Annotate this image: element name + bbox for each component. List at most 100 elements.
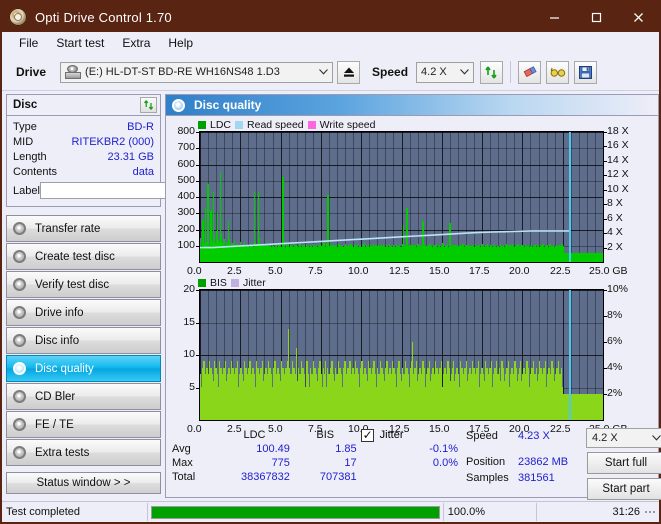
close-icon[interactable] — [617, 2, 659, 32]
window-controls — [533, 2, 659, 32]
y-axis-tick-label: 15 — [183, 316, 195, 328]
stats-total-bis: 707381 — [319, 471, 357, 483]
disc-length-label: Length — [13, 150, 47, 163]
start-full-button[interactable]: Start full — [587, 452, 661, 474]
jitter-checkbox[interactable] — [360, 428, 374, 442]
y-axis-tick — [196, 290, 199, 291]
status-bar: Test completed 100.0% 31:26 — [2, 501, 659, 522]
legend-swatch-write-speed — [307, 121, 316, 129]
test-speed-select[interactable]: 4.2 X — [586, 428, 661, 448]
gridline-horizontal — [200, 290, 603, 291]
y2-axis-tick-label: 8 X — [607, 197, 623, 209]
jitter-label: Jitter — [379, 429, 404, 441]
menu-help[interactable]: Help — [159, 34, 202, 52]
title-bar: Opti Drive Control 1.70 — [2, 2, 659, 32]
y-axis-tick-label: 300 — [177, 206, 195, 218]
left-sidebar: Disc Type BD-R MID RITEKBR2 (000) Length… — [6, 94, 242, 494]
sidebar-item-extra-tests[interactable]: Extra tests — [6, 439, 161, 466]
y2-axis-tick-label: 10% — [607, 283, 629, 295]
disc-info-rows: Type BD-R MID RITEKBR2 (000) Length 23.3… — [7, 116, 242, 206]
legend-swatch-read-speed — [235, 121, 244, 129]
stats-max-jitter: 0.0% — [432, 457, 458, 469]
y2-axis-tick-label: 6 X — [607, 212, 623, 224]
readout-samples-value: 381561 — [518, 472, 555, 484]
y-axis-tick — [196, 148, 199, 149]
menu-bar: File Start test Extra Help — [2, 32, 659, 54]
y-axis-tick — [196, 388, 199, 389]
y2-axis-tick — [604, 290, 607, 291]
y-axis-tick-label: 200 — [177, 223, 195, 235]
y2-axis-tick-label: 18 X — [607, 125, 629, 137]
eject-button[interactable] — [337, 60, 361, 84]
stats-row-label-total: Total — [172, 471, 196, 483]
sidebar-item-label: Transfer rate — [35, 222, 101, 235]
drive-select[interactable]: (E:) HL-DT-ST BD-RE WH16NS48 1.D3 — [60, 61, 334, 83]
bis-chart: BIS Jitter 5 10 15 20 2% 4% 6% 8% 10% 0.0 2.5 5.0 7.… — [166, 275, 658, 447]
glasses-button[interactable] — [546, 60, 570, 84]
bis-legend: BIS Jitter — [198, 277, 266, 289]
sidebar-item-drive-info[interactable]: Drive info — [6, 299, 161, 326]
gridline-vertical — [603, 132, 604, 262]
sidebar-item-verify-test-disc[interactable]: Verify test disc — [6, 271, 161, 298]
disc-row-length: Length 23.31 GB — [13, 149, 154, 164]
status-text: Test completed — [2, 503, 148, 521]
y2-axis-tick-label: 8% — [607, 309, 623, 321]
menu-extra[interactable]: Extra — [113, 34, 159, 52]
status-window-button[interactable]: Status window > > — [6, 472, 161, 494]
stats-max-bis: 17 — [344, 457, 357, 469]
y-axis-tick-label: 5 — [189, 381, 195, 393]
elapsed-time: 31:26 — [612, 506, 640, 518]
disc-panel-header: Disc — [7, 95, 160, 116]
disc-icon — [13, 361, 28, 376]
drive-toolbar: Drive (E:) HL-DT-ST BD-RE WH16NS48 1.D3 … — [2, 54, 659, 91]
chevron-down-icon — [315, 67, 332, 77]
save-button[interactable] — [574, 60, 598, 84]
disc-refresh-button[interactable] — [140, 97, 157, 113]
start-full-label: Start full — [604, 457, 648, 469]
sidebar-item-fe-te[interactable]: FE / TE — [6, 411, 161, 438]
progress-percent: 100.0% — [444, 503, 538, 521]
speed-select-value: 4.2 X — [421, 66, 447, 78]
drive-icon — [65, 65, 82, 79]
window-title: Opti Drive Control 1.70 — [35, 9, 172, 25]
sidebar-item-label: Create test disc — [35, 250, 115, 263]
sidebar-item-disc-quality[interactable]: Disc quality — [6, 355, 161, 382]
refresh-button[interactable] — [480, 60, 504, 84]
drive-select-value: (E:) HL-DT-ST BD-RE WH16NS48 1.D3 — [85, 66, 280, 78]
y-axis-tick-label: 400 — [177, 190, 195, 202]
y-axis-tick-label: 10 — [183, 348, 195, 360]
resize-grip[interactable] — [644, 510, 659, 514]
y2-axis-tick-label: 4 X — [607, 226, 623, 238]
nav-list: Transfer rate Create test disc Verify te… — [6, 215, 161, 494]
legend-swatch-jitter — [230, 279, 239, 287]
end-of-data-marker — [569, 132, 571, 262]
menu-start-test[interactable]: Start test — [47, 34, 113, 52]
y2-axis-tick — [604, 132, 607, 133]
disc-type-value: BD-R — [127, 120, 154, 133]
menu-file[interactable]: File — [10, 34, 47, 52]
legend-swatch-ldc — [198, 121, 206, 129]
erase-button[interactable] — [518, 60, 542, 84]
maximize-icon[interactable] — [575, 2, 617, 32]
sidebar-item-cd-bler[interactable]: CD Bler — [6, 383, 161, 410]
legend-label-read-speed: Read speed — [247, 119, 304, 131]
y-axis-tick-label: 700 — [177, 141, 195, 153]
progress-bar — [148, 503, 444, 521]
sidebar-item-transfer-rate[interactable]: Transfer rate — [6, 215, 161, 242]
readout-position-value: 23862 MB — [518, 456, 569, 468]
sidebar-item-disc-info[interactable]: Disc info — [6, 327, 161, 354]
stats-total-jitter — [359, 470, 460, 484]
readout-samples-label: Samples — [466, 472, 509, 484]
minimize-icon[interactable] — [533, 2, 575, 32]
readout-speed-label: Speed — [466, 430, 498, 442]
speed-select[interactable]: 4.2 X — [416, 61, 475, 83]
jitter-toggle-group: Jitter — [360, 428, 458, 442]
disc-label-label: Label — [13, 184, 40, 197]
y2-axis-tick — [604, 219, 607, 220]
stats-grid: LDC BIS Jitter Avg 100.49 1.85 -0.1% — [170, 428, 460, 484]
y2-axis-tick-label: 2% — [607, 387, 623, 399]
y-axis-tick-label: 500 — [177, 174, 195, 186]
progress-track — [150, 505, 440, 519]
sidebar-item-create-test-disc[interactable]: Create test disc — [6, 243, 161, 270]
start-part-button[interactable]: Start part — [587, 478, 661, 500]
